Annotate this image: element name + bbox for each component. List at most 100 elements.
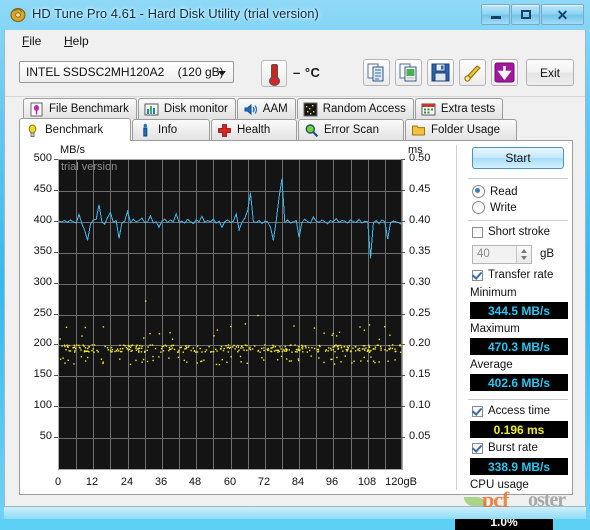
minimum-caption: Minimum xyxy=(470,287,517,299)
minimize-button[interactable] xyxy=(481,4,510,25)
exit-button[interactable]: Exit xyxy=(526,59,574,86)
temperature-button[interactable] xyxy=(261,60,287,87)
menu-help[interactable]: Help xyxy=(57,33,96,49)
chart-tick-mark xyxy=(401,159,405,160)
spinner-down-icon[interactable] xyxy=(521,256,527,260)
chart-tick-mark xyxy=(401,344,405,345)
chart-tick-mark xyxy=(54,437,58,438)
file-benchmark-icon xyxy=(29,102,44,117)
checkbox-short-stroke[interactable]: Short stroke xyxy=(472,226,550,238)
chart-plot-area: trial version xyxy=(58,159,403,470)
tab-label: File Benchmark xyxy=(49,103,129,115)
tab-row-secondary: File Benchmark Disk monitor AAM Random A… xyxy=(23,98,504,119)
chart-tick-mark xyxy=(401,375,405,376)
chart-y-tick: 100 xyxy=(33,399,52,411)
save-button[interactable] xyxy=(427,59,454,86)
tab-folder-usage[interactable]: Folder Usage xyxy=(405,119,517,140)
chevron-down-icon xyxy=(218,71,226,76)
chart-y-tick-right: 0.45 xyxy=(409,183,431,195)
minimize-icon xyxy=(490,16,501,19)
short-stroke-size-input[interactable]: 40 xyxy=(472,245,532,264)
random-access-icon xyxy=(303,102,318,117)
short-stroke-size-value: 40 xyxy=(477,248,490,260)
checkbox-burst-rate-box xyxy=(472,442,483,454)
start-button[interactable]: Start xyxy=(472,147,564,169)
short-stroke-unit: gB xyxy=(540,248,555,260)
chart-y-tick-right: 0.40 xyxy=(409,214,431,226)
settings-button[interactable] xyxy=(459,59,486,86)
access-time-value: 0.196 ms xyxy=(470,421,568,438)
chart-y-tick-right: 0.30 xyxy=(409,276,431,288)
radio-write[interactable]: Write xyxy=(472,201,517,214)
average-value: 402.6 MB/s xyxy=(470,374,568,391)
chart-y-axis-label: MB/s xyxy=(60,144,86,156)
tab-label: Error Scan xyxy=(324,124,379,136)
checkbox-burst-rate-label: Burst rate xyxy=(488,442,538,454)
copy-image-button[interactable] xyxy=(395,59,422,86)
radio-read[interactable]: Read xyxy=(472,185,518,198)
cpu-usage-caption: CPU usage xyxy=(470,479,529,491)
download-button[interactable] xyxy=(491,59,518,86)
tab-label: Disk monitor xyxy=(163,103,228,115)
tab-disk-monitor[interactable]: Disk monitor xyxy=(137,98,236,119)
tab-label: AAM xyxy=(262,103,288,115)
thermometer-bulb-icon xyxy=(269,76,280,86)
chart-y-tick: 450 xyxy=(33,183,52,195)
copy-icon xyxy=(367,63,384,82)
chart-tick-mark xyxy=(54,252,58,253)
chart-tick-mark xyxy=(401,221,405,222)
panel-divider xyxy=(456,145,457,490)
chart-y-tick: 50 xyxy=(39,430,52,442)
checkbox-burst-rate[interactable]: Burst rate xyxy=(472,442,538,454)
chart-tick-mark xyxy=(401,406,405,407)
tab-error-scan[interactable]: Error Scan xyxy=(298,119,404,140)
menu-file[interactable]: FFileile xyxy=(15,33,48,49)
tab-aam[interactable]: AAM xyxy=(236,98,296,119)
chart-y-tick-right: 0.05 xyxy=(409,430,431,442)
chart-y-tick: 200 xyxy=(33,337,52,349)
hdtune-logo-icon xyxy=(10,8,26,22)
menu-bar: FFileile Help xyxy=(5,30,585,51)
tab-file-benchmark[interactable]: File Benchmark xyxy=(23,98,137,119)
transfer-rate-line xyxy=(59,178,402,259)
maximum-caption: Maximum xyxy=(470,323,520,335)
tab-row-primary: Benchmark Info Health Error Scan Folder … xyxy=(19,118,585,161)
checkbox-transfer-rate[interactable]: Transfer rate xyxy=(472,269,553,281)
tab-benchmark[interactable]: Benchmark xyxy=(19,118,131,141)
chart-tick-mark xyxy=(54,406,58,407)
burst-rate-value: 338.9 MB/s xyxy=(470,458,568,475)
radio-write-label: Write xyxy=(490,201,517,214)
checkbox-transfer-rate-box xyxy=(472,269,483,281)
tab-label: Random Access xyxy=(322,103,406,115)
tab-info[interactable]: Info xyxy=(132,119,210,140)
tab-random-access[interactable]: Random Access xyxy=(296,98,414,119)
chart-tick-mark xyxy=(54,314,58,315)
benchmark-panel: MB/s ms trial version 500 450 400 350 300 250… xyxy=(19,140,573,495)
close-button[interactable]: ✕ xyxy=(541,4,584,25)
radio-write-indicator xyxy=(472,201,485,214)
chart-tick-mark xyxy=(54,221,58,222)
spinner-up-icon[interactable] xyxy=(521,249,527,253)
checkbox-short-stroke-box xyxy=(472,226,483,238)
drive-select[interactable]: INTEL SSDSC2MH120A2 (120 gB) xyxy=(19,61,234,83)
temperature-value: – °C xyxy=(293,65,321,80)
tab-label: Extra tests xyxy=(440,103,496,115)
chart-y-tick-right: 0.15 xyxy=(409,368,431,380)
drive-select-value: INTEL SSDSC2MH120A2 (120 gB) xyxy=(26,65,224,79)
average-caption: Average xyxy=(470,359,513,371)
divider xyxy=(468,178,568,179)
divider xyxy=(468,220,568,221)
maximize-button[interactable] xyxy=(511,4,540,25)
radio-read-indicator xyxy=(472,185,485,198)
settings-icon xyxy=(464,65,481,82)
checkbox-access-time-label: Access time xyxy=(488,405,550,417)
checkbox-access-time[interactable]: Access time xyxy=(472,405,550,417)
chart-y-tick: 300 xyxy=(33,276,52,288)
chart-y-tick: 350 xyxy=(33,245,52,257)
tab-health[interactable]: Health xyxy=(211,119,297,140)
copy-button[interactable] xyxy=(363,59,390,86)
short-stroke-spinner[interactable] xyxy=(516,246,531,263)
benchmark-bulb-icon xyxy=(25,123,40,138)
checkbox-short-stroke-label: Short stroke xyxy=(488,226,550,238)
tab-extra-tests[interactable]: Extra tests xyxy=(414,98,504,119)
